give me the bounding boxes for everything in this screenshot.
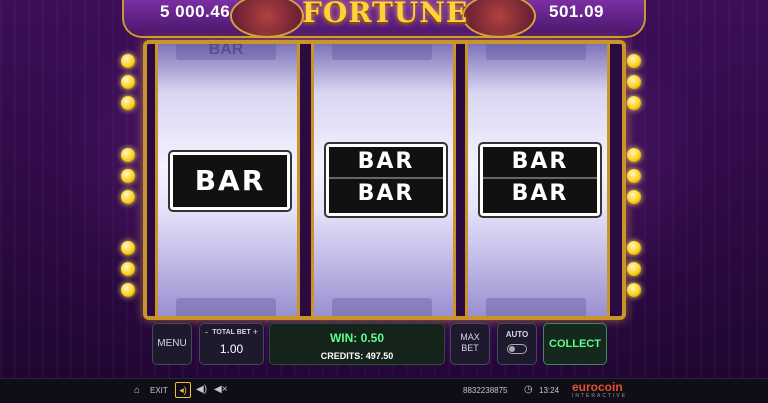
increase-bet-button[interactable]: + [253,327,258,337]
light-bulb [627,75,641,89]
light-bulb [121,75,135,89]
slot-machine-frame: BAR BAR BAR BAR BAR BAR [143,40,626,320]
max-bet-button[interactable]: MAX BET [450,323,490,365]
brand-subtitle: INTERACTIVE [572,393,628,399]
light-bulb [627,54,641,68]
total-bet-value: 1.00 [219,342,244,356]
home-icon[interactable]: ⌂ [134,385,140,396]
autoplay-label: AUTO [505,330,529,339]
total-bet-control: - TOTAL BET + 1.00 [199,323,264,365]
clock-time: 13:24 [539,386,560,395]
bar-symbol-text: BAR [329,177,443,209]
menu-button[interactable]: MENU [152,323,192,365]
max-bet-label-line1: MAX [460,332,480,342]
light-bulb [627,283,641,297]
exit-link[interactable]: EXIT [150,386,168,395]
double-bar-symbol: BAR BAR [480,144,600,216]
reel-2: BAR BAR [311,44,456,316]
reel-1: BAR BAR [155,44,300,316]
collect-button[interactable]: COLLECT [543,323,607,365]
speaker-icon[interactable]: ◂) [175,382,191,398]
light-bulb [627,241,641,255]
win-credits-display: WIN: 0.50 CREDITS: 497.50 [269,323,445,365]
bar-symbol-text: BAR [357,149,415,174]
decrease-bet-button[interactable]: - [205,327,208,337]
light-bulb [121,190,135,204]
double-bar-symbol: BAR BAR [326,144,446,216]
bar-symbol-text: BAR [511,149,569,174]
clock-icon: ◷ [524,384,533,395]
light-bulb [121,241,135,255]
light-bulb [121,283,135,297]
balance-left: 5 000.46 [160,2,231,21]
bar-symbol-text: BAR [483,177,597,209]
autoplay-button[interactable]: AUTO [497,323,537,365]
bar-symbol-text: BAR [194,164,266,197]
partial-symbol-top [332,44,432,60]
light-bulb [121,54,135,68]
max-bet-label-line2: BET [461,343,479,353]
light-bulb [627,169,641,183]
game-logo: FORTUNE [302,0,469,29]
win-amount: WIN: 0.50 [329,331,384,345]
light-bulb [627,262,641,276]
volume-icon[interactable]: ◀) [196,384,207,395]
light-bulb [121,169,135,183]
light-bulb [627,190,641,204]
brand-logo: eurocoin [572,380,623,394]
light-bulb [121,96,135,110]
balance-right: 501.09 [549,2,604,21]
reel-3: BAR BAR [465,44,610,316]
light-bulb [627,96,641,110]
light-bulb [121,148,135,162]
bottom-status-bar: ⌂ EXIT ◂) ◀) ◀× 8832238875 ◷ 13:24 euroc… [0,378,768,403]
autoplay-toggle-icon [507,344,527,354]
session-id: 8832238875 [463,386,508,395]
single-bar-symbol: BAR [170,152,290,210]
partial-symbol-bottom [176,298,276,316]
control-panel: MENU - TOTAL BET + 1.00 WIN: 0.50 CREDIT… [148,318,618,368]
credits-amount: CREDITS: 497.50 [320,351,394,361]
mute-icon[interactable]: ◀× [214,384,228,395]
partial-symbol-top [486,44,586,60]
partial-symbol-bottom [486,298,586,316]
light-bulb [627,148,641,162]
light-bulb [121,262,135,276]
partial-symbol-bottom [332,298,432,316]
partial-symbol-top: BAR [176,44,276,60]
